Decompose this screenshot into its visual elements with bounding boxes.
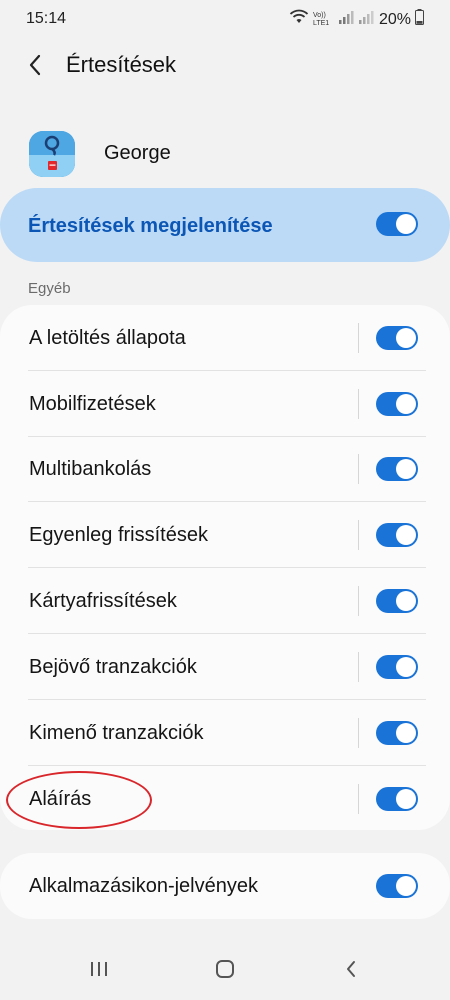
highlight-annotation: [6, 771, 152, 829]
back-button[interactable]: [18, 50, 52, 84]
show-notifications-label: Értesítések megjelenítése: [28, 215, 273, 237]
divider: [358, 389, 359, 419]
category-label: A letöltés állapota: [29, 327, 186, 349]
divider: [358, 520, 359, 550]
switch-knob: [396, 214, 416, 234]
list-item[interactable]: Kimenő tranzakciók: [0, 700, 450, 766]
category-label: Multibankolás: [29, 458, 152, 480]
switch-knob: [396, 723, 416, 743]
navigation-bar: [0, 940, 450, 1000]
category-label: Kimenő tranzakciók: [29, 722, 204, 744]
list-item[interactable]: Egyenleg frissítések: [0, 502, 450, 568]
category-label: Mobilfizetések: [29, 393, 156, 415]
switch-knob: [396, 394, 416, 414]
switch-knob: [396, 657, 416, 677]
category-label: Egyenleg frissítések: [29, 524, 208, 546]
divider: [358, 784, 359, 814]
list-item[interactable]: A letöltés állapota: [0, 305, 450, 371]
list-item[interactable]: Multibankolás: [0, 436, 450, 502]
category-switch[interactable]: [376, 326, 418, 350]
category-switch[interactable]: [376, 523, 418, 547]
signal-icon: [338, 10, 355, 29]
home-button[interactable]: [205, 956, 245, 986]
divider: [358, 454, 359, 484]
status-time: 15:14: [26, 10, 67, 27]
back-arrow-icon: [28, 54, 42, 81]
status-icons: Vo)) LTE1 20%: [289, 9, 424, 30]
signal-icon: [358, 10, 375, 29]
category-label: Kártyafrissítések: [29, 590, 177, 612]
app-icon-badges-row[interactable]: Alkalmazásikon-jelvények: [0, 853, 450, 919]
nav-back-icon: [345, 960, 357, 983]
recents-button[interactable]: [79, 956, 119, 986]
nav-back-button[interactable]: [331, 956, 371, 986]
recents-icon: [90, 961, 108, 982]
switch-knob: [396, 876, 416, 896]
section-header-other: Egyéb: [28, 280, 71, 297]
category-label: Bejövő tranzakciók: [29, 656, 197, 678]
wifi-icon: [289, 9, 309, 30]
category-switch[interactable]: [376, 457, 418, 481]
george-app-icon: [29, 131, 75, 177]
switch-knob: [396, 591, 416, 611]
list-item[interactable]: Kártyafrissítések: [0, 568, 450, 634]
page-title: Értesítések: [66, 52, 177, 77]
app-name: George: [104, 142, 171, 164]
category-switch[interactable]: [376, 721, 418, 745]
switch-knob: [396, 459, 416, 479]
divider: [358, 586, 359, 616]
switch-knob: [396, 789, 416, 809]
notification-categories-list: A letöltés állapota Mobilfizetések Multi…: [0, 305, 450, 830]
category-switch[interactable]: [376, 589, 418, 613]
category-switch[interactable]: [376, 787, 418, 811]
divider: [358, 652, 359, 682]
list-item[interactable]: Bejövő tranzakciók: [0, 634, 450, 700]
battery-icon: [415, 9, 424, 30]
list-item[interactable]: Mobilfizetések: [0, 371, 450, 437]
app-icon-badges-label: Alkalmazásikon-jelvények: [29, 875, 258, 897]
switch-knob: [396, 328, 416, 348]
show-notifications-toggle-row[interactable]: Értesítések megjelenítése: [0, 188, 450, 262]
home-icon: [215, 959, 235, 984]
app-bar: Értesítések: [0, 38, 450, 94]
divider: [358, 323, 359, 353]
battery-percentage: 20%: [378, 10, 411, 28]
category-switch[interactable]: [376, 655, 418, 679]
app-icon-badges-switch[interactable]: [376, 874, 418, 898]
divider: [358, 718, 359, 748]
switch-knob: [396, 525, 416, 545]
network-label: Vo)) LTE1: [312, 11, 330, 27]
category-switch[interactable]: [376, 392, 418, 416]
status-bar: 15:14 Vo)) LTE1 20%: [0, 0, 450, 38]
app-info: George: [0, 124, 450, 184]
show-notifications-switch[interactable]: [376, 212, 418, 236]
